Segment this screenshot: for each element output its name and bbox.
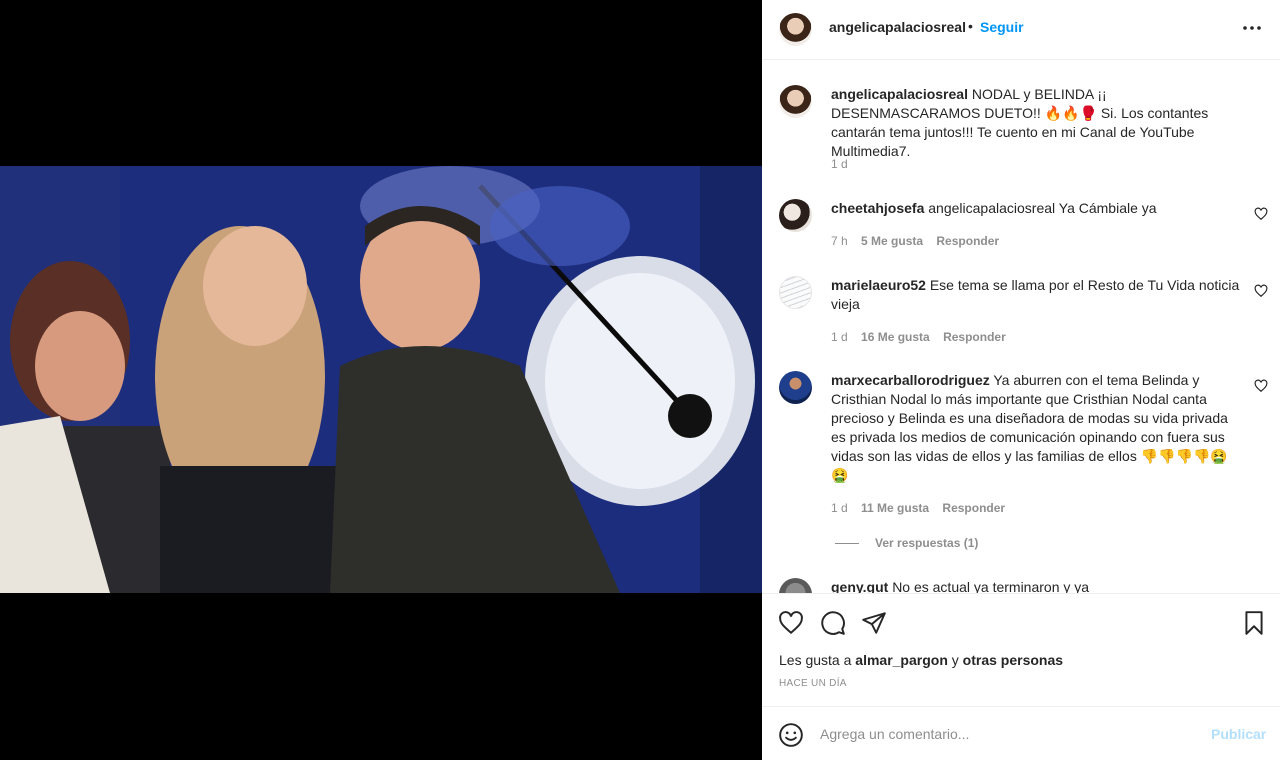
comment-time: 1 d bbox=[831, 501, 848, 515]
emoji-icon[interactable] bbox=[778, 722, 804, 748]
comment-username[interactable]: cheetahjosefa bbox=[831, 200, 924, 216]
commenter-avatar[interactable] bbox=[779, 276, 812, 309]
commenter-avatar[interactable] bbox=[779, 578, 812, 593]
comment-likes[interactable]: 16 Me gusta bbox=[861, 330, 930, 344]
comment-text: angelicapalaciosreal Ya Cámbiale ya bbox=[928, 200, 1157, 216]
comment-text: Ya aburren con el tema Belinda y Cristhi… bbox=[831, 372, 1228, 483]
follow-button[interactable]: Seguir bbox=[980, 19, 1024, 35]
view-replies-button[interactable]: Ver respuestas (1) bbox=[835, 536, 978, 550]
comment-like-heart-icon[interactable] bbox=[1254, 284, 1268, 298]
comment-username[interactable]: geny.gut bbox=[831, 579, 888, 593]
likes-others-link[interactable]: otras personas bbox=[963, 652, 1063, 668]
comment-likes[interactable]: 5 Me gusta bbox=[861, 234, 923, 248]
owner-avatar[interactable] bbox=[779, 13, 812, 46]
more-icon[interactable] bbox=[1242, 18, 1262, 38]
post-side-panel: angelicapalaciosreal • Seguir angelicapa… bbox=[762, 0, 1280, 760]
liker-username[interactable]: almar_pargon bbox=[855, 652, 948, 668]
caption-username[interactable]: angelicapalaciosreal bbox=[831, 86, 968, 102]
comment-like-heart-icon[interactable] bbox=[1254, 379, 1268, 393]
caption-avatar[interactable] bbox=[779, 85, 812, 118]
publish-button[interactable]: Publicar bbox=[1211, 726, 1266, 742]
comment-reply-button[interactable]: Responder bbox=[942, 501, 1005, 515]
comment-username[interactable]: marxecarballorodriguez bbox=[831, 372, 990, 388]
photo-illustration bbox=[0, 166, 762, 593]
comments-list[interactable]: angelicapalaciosreal NODAL y BELINDA ¡¡ … bbox=[762, 61, 1280, 593]
add-comment-bar: Publicar bbox=[762, 706, 1280, 760]
comment-reply-button[interactable]: Responder bbox=[943, 330, 1006, 344]
comment-username[interactable]: marielaeuro52 bbox=[831, 277, 926, 293]
owner-username[interactable]: angelicapalaciosreal bbox=[829, 19, 966, 35]
replies-divider bbox=[835, 543, 859, 545]
share-icon[interactable] bbox=[861, 610, 887, 636]
header-separator: • bbox=[968, 18, 973, 34]
commenter-avatar[interactable] bbox=[779, 371, 812, 404]
likes-summary: Les gusta a almar_pargon y otras persona… bbox=[779, 652, 1064, 668]
comment-input[interactable] bbox=[820, 723, 1200, 745]
caption-time: 1 d bbox=[831, 157, 848, 171]
comment-text: No es actual ya terminaron y ya bbox=[892, 579, 1090, 593]
comment-reply-button[interactable]: Responder bbox=[936, 234, 999, 248]
comment-time: 7 h bbox=[831, 234, 848, 248]
comment-icon[interactable] bbox=[820, 610, 846, 636]
post-timestamp: HACE UN DÍA bbox=[779, 678, 847, 689]
post-photo[interactable] bbox=[0, 166, 762, 593]
comment-like-heart-icon[interactable] bbox=[1254, 207, 1268, 221]
commenter-avatar[interactable] bbox=[779, 199, 812, 232]
post-header: angelicapalaciosreal • Seguir bbox=[762, 0, 1280, 60]
post-media bbox=[0, 0, 762, 760]
comment-likes[interactable]: 11 Me gusta bbox=[861, 501, 929, 515]
bookmark-icon[interactable] bbox=[1241, 610, 1267, 636]
comment-time: 1 d bbox=[831, 330, 848, 344]
post-actions: Les gusta a almar_pargon y otras persona… bbox=[762, 593, 1280, 706]
heart-icon[interactable] bbox=[778, 610, 804, 636]
